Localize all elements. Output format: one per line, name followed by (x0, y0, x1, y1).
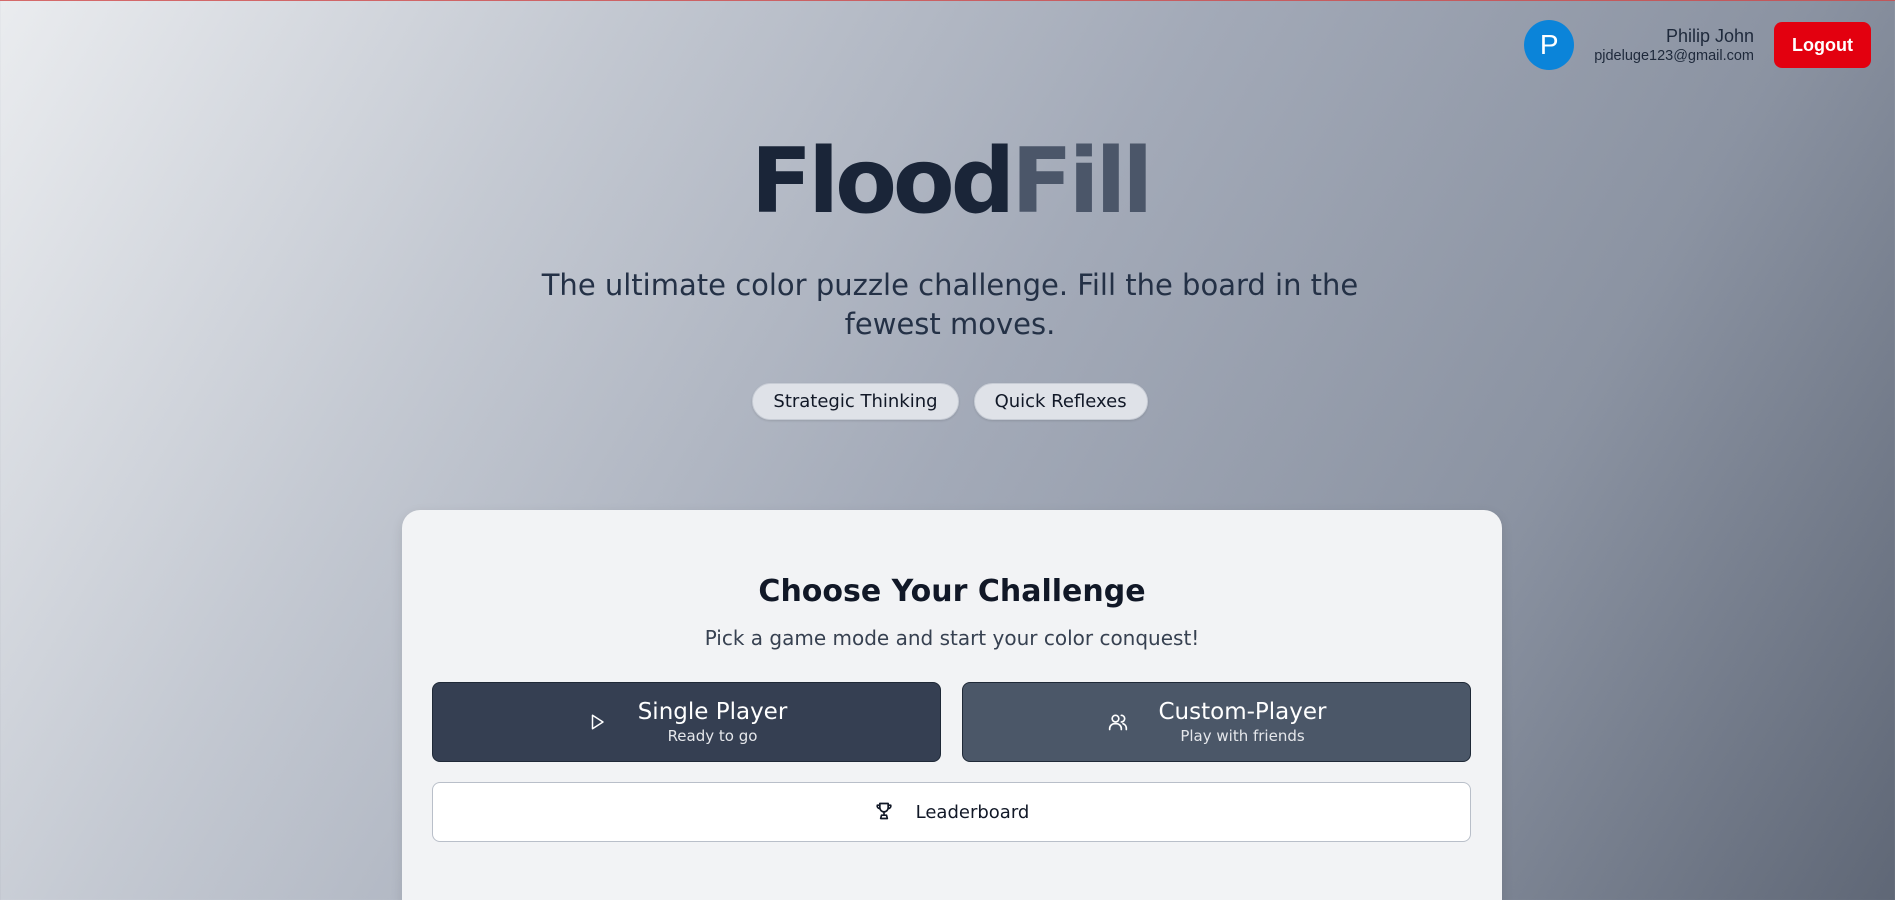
title-flood: Flood (750, 129, 1015, 234)
trophy-icon (874, 801, 896, 823)
challenge-card: Choose Your Challenge Pick a game mode a… (402, 510, 1502, 900)
tagline: The ultimate color puzzle challenge. Fil… (541, 268, 1359, 341)
users-icon (1107, 711, 1129, 733)
leaderboard-label: Leaderboard (915, 801, 1030, 823)
single-player-button[interactable]: Single Player Ready to go (432, 682, 941, 762)
title-fill: Fill (1011, 129, 1153, 234)
top-accent-line (0, 0, 1895, 1)
user-name: Philip John (1665, 26, 1754, 46)
page-title: FloodFill (0, 132, 1895, 232)
custom-player-desc: Play with friends (1180, 727, 1305, 745)
user-bar: P Philip John pjdeluge123@gmail.com Logo… (1524, 20, 1871, 70)
user-info: Philip John pjdeluge123@gmail.com (1594, 25, 1754, 65)
tag-quick-reflexes: Quick Reflexes (973, 383, 1148, 420)
avatar[interactable]: P (1524, 20, 1575, 70)
leaderboard-button[interactable]: Leaderboard (432, 782, 1471, 842)
card-title: Choose Your Challenge (758, 574, 1146, 609)
single-player-desc: Ready to go (667, 727, 758, 745)
play-icon (586, 711, 608, 733)
custom-player-label: Custom-Player (1158, 699, 1327, 725)
logout-button[interactable]: Logout (1774, 22, 1871, 68)
user-email: pjdeluge123@gmail.com (1594, 48, 1754, 64)
single-player-label: Single Player (637, 699, 788, 725)
card-subtitle: Pick a game mode and start your color co… (704, 626, 1200, 650)
custom-player-button[interactable]: Custom-Player Play with friends (962, 682, 1471, 762)
tag-strategic-thinking: Strategic Thinking (752, 383, 959, 420)
feature-tags: Strategic Thinking Quick Reflexes (0, 383, 1895, 420)
